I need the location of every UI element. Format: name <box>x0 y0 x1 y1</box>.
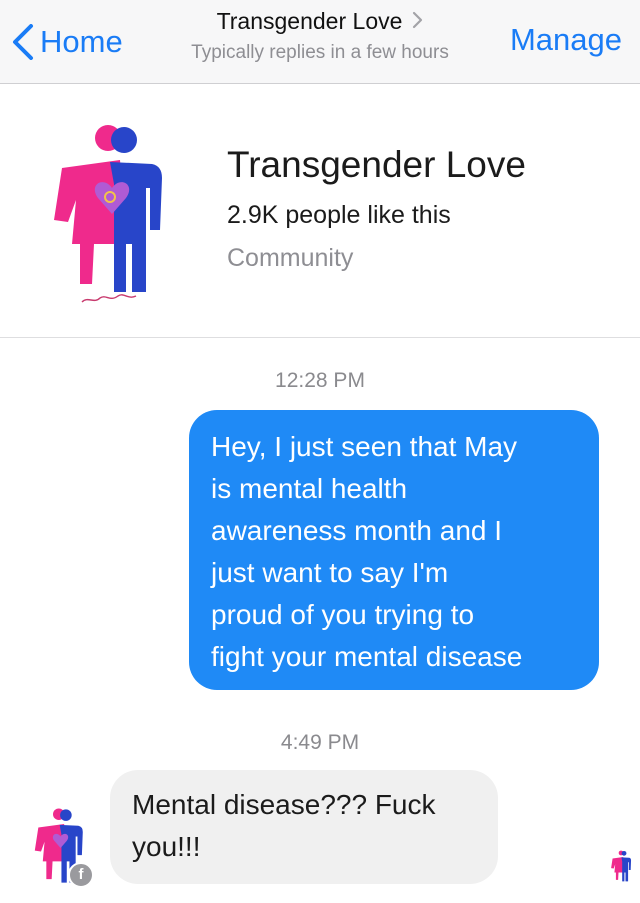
page-name[interactable]: Transgender Love <box>227 144 526 186</box>
back-button-label: Home <box>40 24 123 59</box>
navigation-bar: Home Transgender Love Typically replies … <box>0 0 640 84</box>
message-timestamp: 4:49 PM <box>280 731 360 754</box>
chevron-left-icon <box>12 24 34 60</box>
page-logo[interactable] <box>48 124 178 304</box>
back-button[interactable]: Home <box>12 20 123 64</box>
message-text-line: just want to say I'm <box>211 557 449 588</box>
message-text-line: Mental disease??? Fuck <box>132 789 436 820</box>
message-text-line: is mental health <box>211 473 408 504</box>
transgender-symbol-logo-icon <box>54 125 162 303</box>
response-time-subtitle: Typically replies in a few hours <box>191 42 449 63</box>
conversation-title-button[interactable]: Transgender Love Typically replies in a … <box>150 6 490 64</box>
manage-button[interactable]: Manage <box>510 22 622 58</box>
page-category: Community <box>227 244 354 272</box>
message-text-line: awareness month and I <box>211 515 503 546</box>
outgoing-message-bubble[interactable]: Hey, I just seen that May is mental heal… <box>189 410 599 690</box>
message-text-line: Hey, I just seen that May <box>211 431 518 462</box>
incoming-message-bubble[interactable]: Mental disease??? Fuck you!!! <box>110 770 498 884</box>
page-profile-card: Transgender Love 2.9K people like this C… <box>0 84 640 338</box>
message-timestamp: 12:28 PM <box>275 369 365 392</box>
message-text-line: proud of you trying to <box>211 599 475 630</box>
conversation-title: Transgender Love <box>216 7 403 34</box>
facebook-badge-icon: f <box>68 862 94 888</box>
message-text-line: fight your mental disease <box>211 641 523 672</box>
page-likes-count: 2.9K people like this <box>227 201 451 229</box>
chevron-right-icon <box>412 8 423 35</box>
read-receipt-avatar-icon <box>610 850 634 884</box>
message-text-line: you!!! <box>132 831 201 862</box>
